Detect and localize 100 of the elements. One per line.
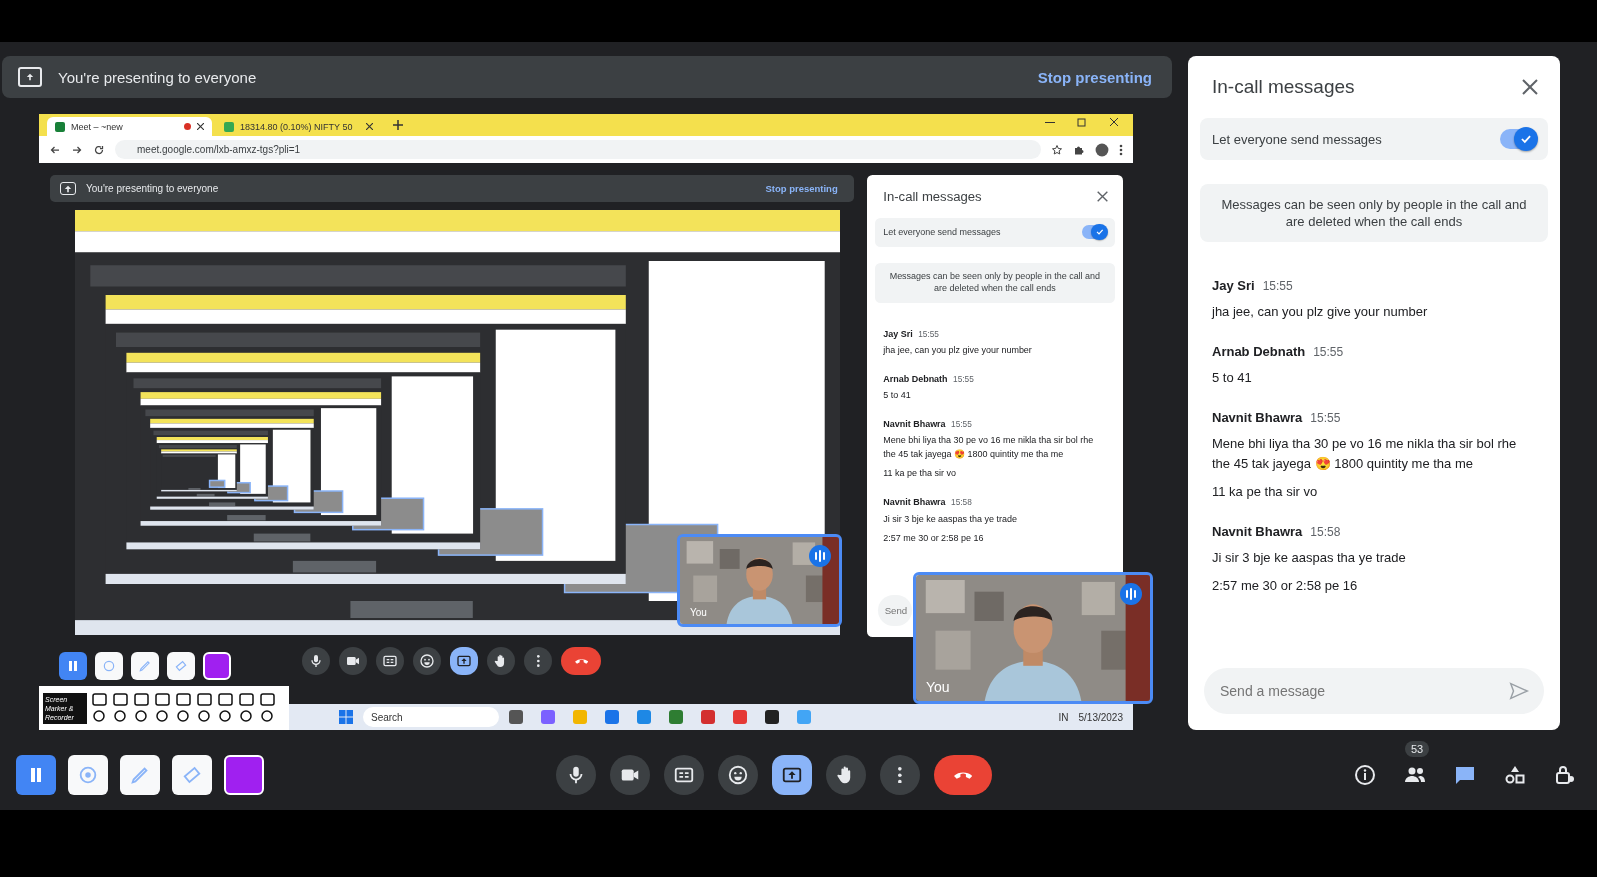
address-bar[interactable]: meet.google.com/lxb-amxz-tgs?pli=1 <box>115 140 1041 159</box>
host-controls-icon[interactable] <box>1553 763 1577 787</box>
eraser-icon <box>174 659 188 673</box>
info-icon[interactable] <box>1353 763 1377 787</box>
stop-presenting-link[interactable]: Stop presenting <box>759 182 844 195</box>
message-text: Mene bhi liya tha 30 pe vo 16 me nikla tha sir bol rhe the 45 tak jayega 😍 1800 quintity me tha me <box>1212 435 1518 473</box>
hang-up-phone-icon <box>953 771 973 779</box>
message-time: 15:55 <box>1262 279 1293 293</box>
more-vertical-button[interactable] <box>524 647 553 675</box>
menu-icon[interactable] <box>1119 143 1123 156</box>
spotlight-button[interactable] <box>95 652 123 680</box>
hang-up-phone-icon <box>574 658 588 664</box>
pause-icon <box>29 768 43 782</box>
banner-text: You're presenting to everyone <box>86 183 219 194</box>
color-swatch[interactable] <box>224 755 264 795</box>
sender-name: Navnit Bhawra <box>1212 410 1303 425</box>
message-text: 5 to 41 <box>883 389 912 403</box>
banner-text: You're presenting to everyone <box>58 68 257 86</box>
circle-icon <box>102 659 116 673</box>
message-text: 2:57 me 30 or 2:58 pe 16 <box>1212 577 1359 595</box>
message-text: 2:57 me 30 or 2:58 pe 16 <box>883 531 985 545</box>
video-camera-button[interactable] <box>339 647 368 675</box>
taskbar-date: 5/13/2023 <box>1078 711 1123 723</box>
pause-button[interactable] <box>59 652 87 680</box>
toggle-switch[interactable] <box>1500 129 1536 149</box>
message-time: 15:55 <box>1313 345 1344 359</box>
pen-icon <box>138 659 152 673</box>
sender-name: Arnab Debnath <box>1212 344 1306 359</box>
eraser-button[interactable] <box>167 652 195 680</box>
captions-icon <box>382 653 399 669</box>
pen-icon <box>129 764 151 786</box>
close-icon[interactable] <box>366 123 373 130</box>
message-text: jha jee, can you plz give your number <box>883 344 1033 358</box>
message-time: 15:58 <box>1310 525 1341 539</box>
smiley-button[interactable] <box>718 755 758 795</box>
captions-button[interactable] <box>376 647 405 675</box>
new-tab-icon[interactable] <box>393 120 403 130</box>
microphone-button[interactable] <box>556 755 596 795</box>
message-time: 15:55 <box>1310 411 1341 425</box>
sender-name: Navnit Bhawra <box>883 418 946 429</box>
participant-name: You <box>690 607 707 618</box>
target-icon <box>77 764 99 786</box>
stop-presenting-link[interactable]: Stop presenting <box>1031 67 1158 87</box>
site-icon <box>224 121 234 132</box>
message-field[interactable]: Send a message <box>1204 668 1544 714</box>
more-vertical-icon <box>898 766 902 784</box>
browser-tab[interactable]: Meet – ~new <box>47 117 212 136</box>
sender-name: Navnit Bhawra <box>1212 524 1303 539</box>
smiley-icon <box>419 653 436 669</box>
present-screen-icon <box>18 67 42 87</box>
more-vertical-button[interactable] <box>880 755 920 795</box>
star-icon[interactable] <box>1051 143 1063 156</box>
smiley-icon <box>727 764 749 786</box>
hang-up-phone-button[interactable] <box>561 647 602 675</box>
message-text: Ji sir 3 bje ke aaspas tha ye trade <box>1212 549 1407 567</box>
toggle-switch[interactable] <box>1081 225 1107 239</box>
browser-tab[interactable]: 18314.80 (0.10%) NIFTY 50 <box>216 117 381 136</box>
more-vertical-icon <box>537 655 540 667</box>
info-notice: Messages can be seen only by people in the call and are deleted when the call ends <box>875 263 1115 304</box>
participant-name: You <box>926 679 950 695</box>
sender-name: Jay Sri <box>1212 278 1255 293</box>
sender-name: Arnab Debnath <box>883 373 948 384</box>
present-screen-button[interactable] <box>450 647 479 675</box>
raised-hand-button[interactable] <box>487 647 516 675</box>
present-screen-button[interactable] <box>772 755 812 795</box>
raised-hand-button[interactable] <box>826 755 866 795</box>
eraser-icon <box>181 764 203 786</box>
message-text: Mene bhi liya tha 30 pe vo 16 me nikla tha sir bol rhe the 45 tak jayega 😍 1800 quintity me tha me <box>883 434 1095 462</box>
site-icon <box>55 121 65 132</box>
microphone-button[interactable] <box>302 647 331 675</box>
toggle-label: Let everyone send messages <box>1212 131 1382 147</box>
sender-name: Jay Sri <box>883 328 913 339</box>
panel-title: In-call messages <box>883 188 982 204</box>
reload-icon[interactable] <box>93 143 105 156</box>
captions-button[interactable] <box>664 755 704 795</box>
hang-up-phone-button[interactable] <box>934 755 992 795</box>
close-icon[interactable] <box>1096 190 1108 202</box>
restore-icon[interactable] <box>1077 117 1087 127</box>
pen-button[interactable] <box>131 652 159 680</box>
participant-count: 53 <box>1405 741 1430 757</box>
message-text: 5 to 41 <box>1212 369 1253 387</box>
message-text: Ji sir 3 bje ke aaspas tha ye trade <box>883 512 1018 526</box>
close-icon[interactable] <box>1109 117 1119 127</box>
color-swatch[interactable] <box>203 652 231 680</box>
avatar-icon[interactable] <box>1095 142 1109 157</box>
smiley-button[interactable] <box>413 647 442 675</box>
language-indicator[interactable]: IN <box>1058 711 1069 723</box>
panel-title: In-call messages <box>1212 76 1355 98</box>
message-text: 11 ka pe tha sir vo <box>1212 483 1319 501</box>
sender-name: Navnit Bhawra <box>883 497 946 507</box>
info-notice: Messages can be seen only by people in the call and are deleted when the call ends <box>1200 184 1548 242</box>
video-camera-button[interactable] <box>610 755 650 795</box>
search-field[interactable]: Search <box>363 707 499 727</box>
pause-icon <box>68 661 78 671</box>
present-screen-icon <box>60 182 76 195</box>
present-screen-icon <box>456 653 473 669</box>
message-field[interactable]: Send <box>877 594 913 627</box>
message-text: jha jee, can you plz give your number <box>1212 303 1429 321</box>
close-icon[interactable] <box>197 123 204 130</box>
close-icon[interactable] <box>1522 79 1538 95</box>
